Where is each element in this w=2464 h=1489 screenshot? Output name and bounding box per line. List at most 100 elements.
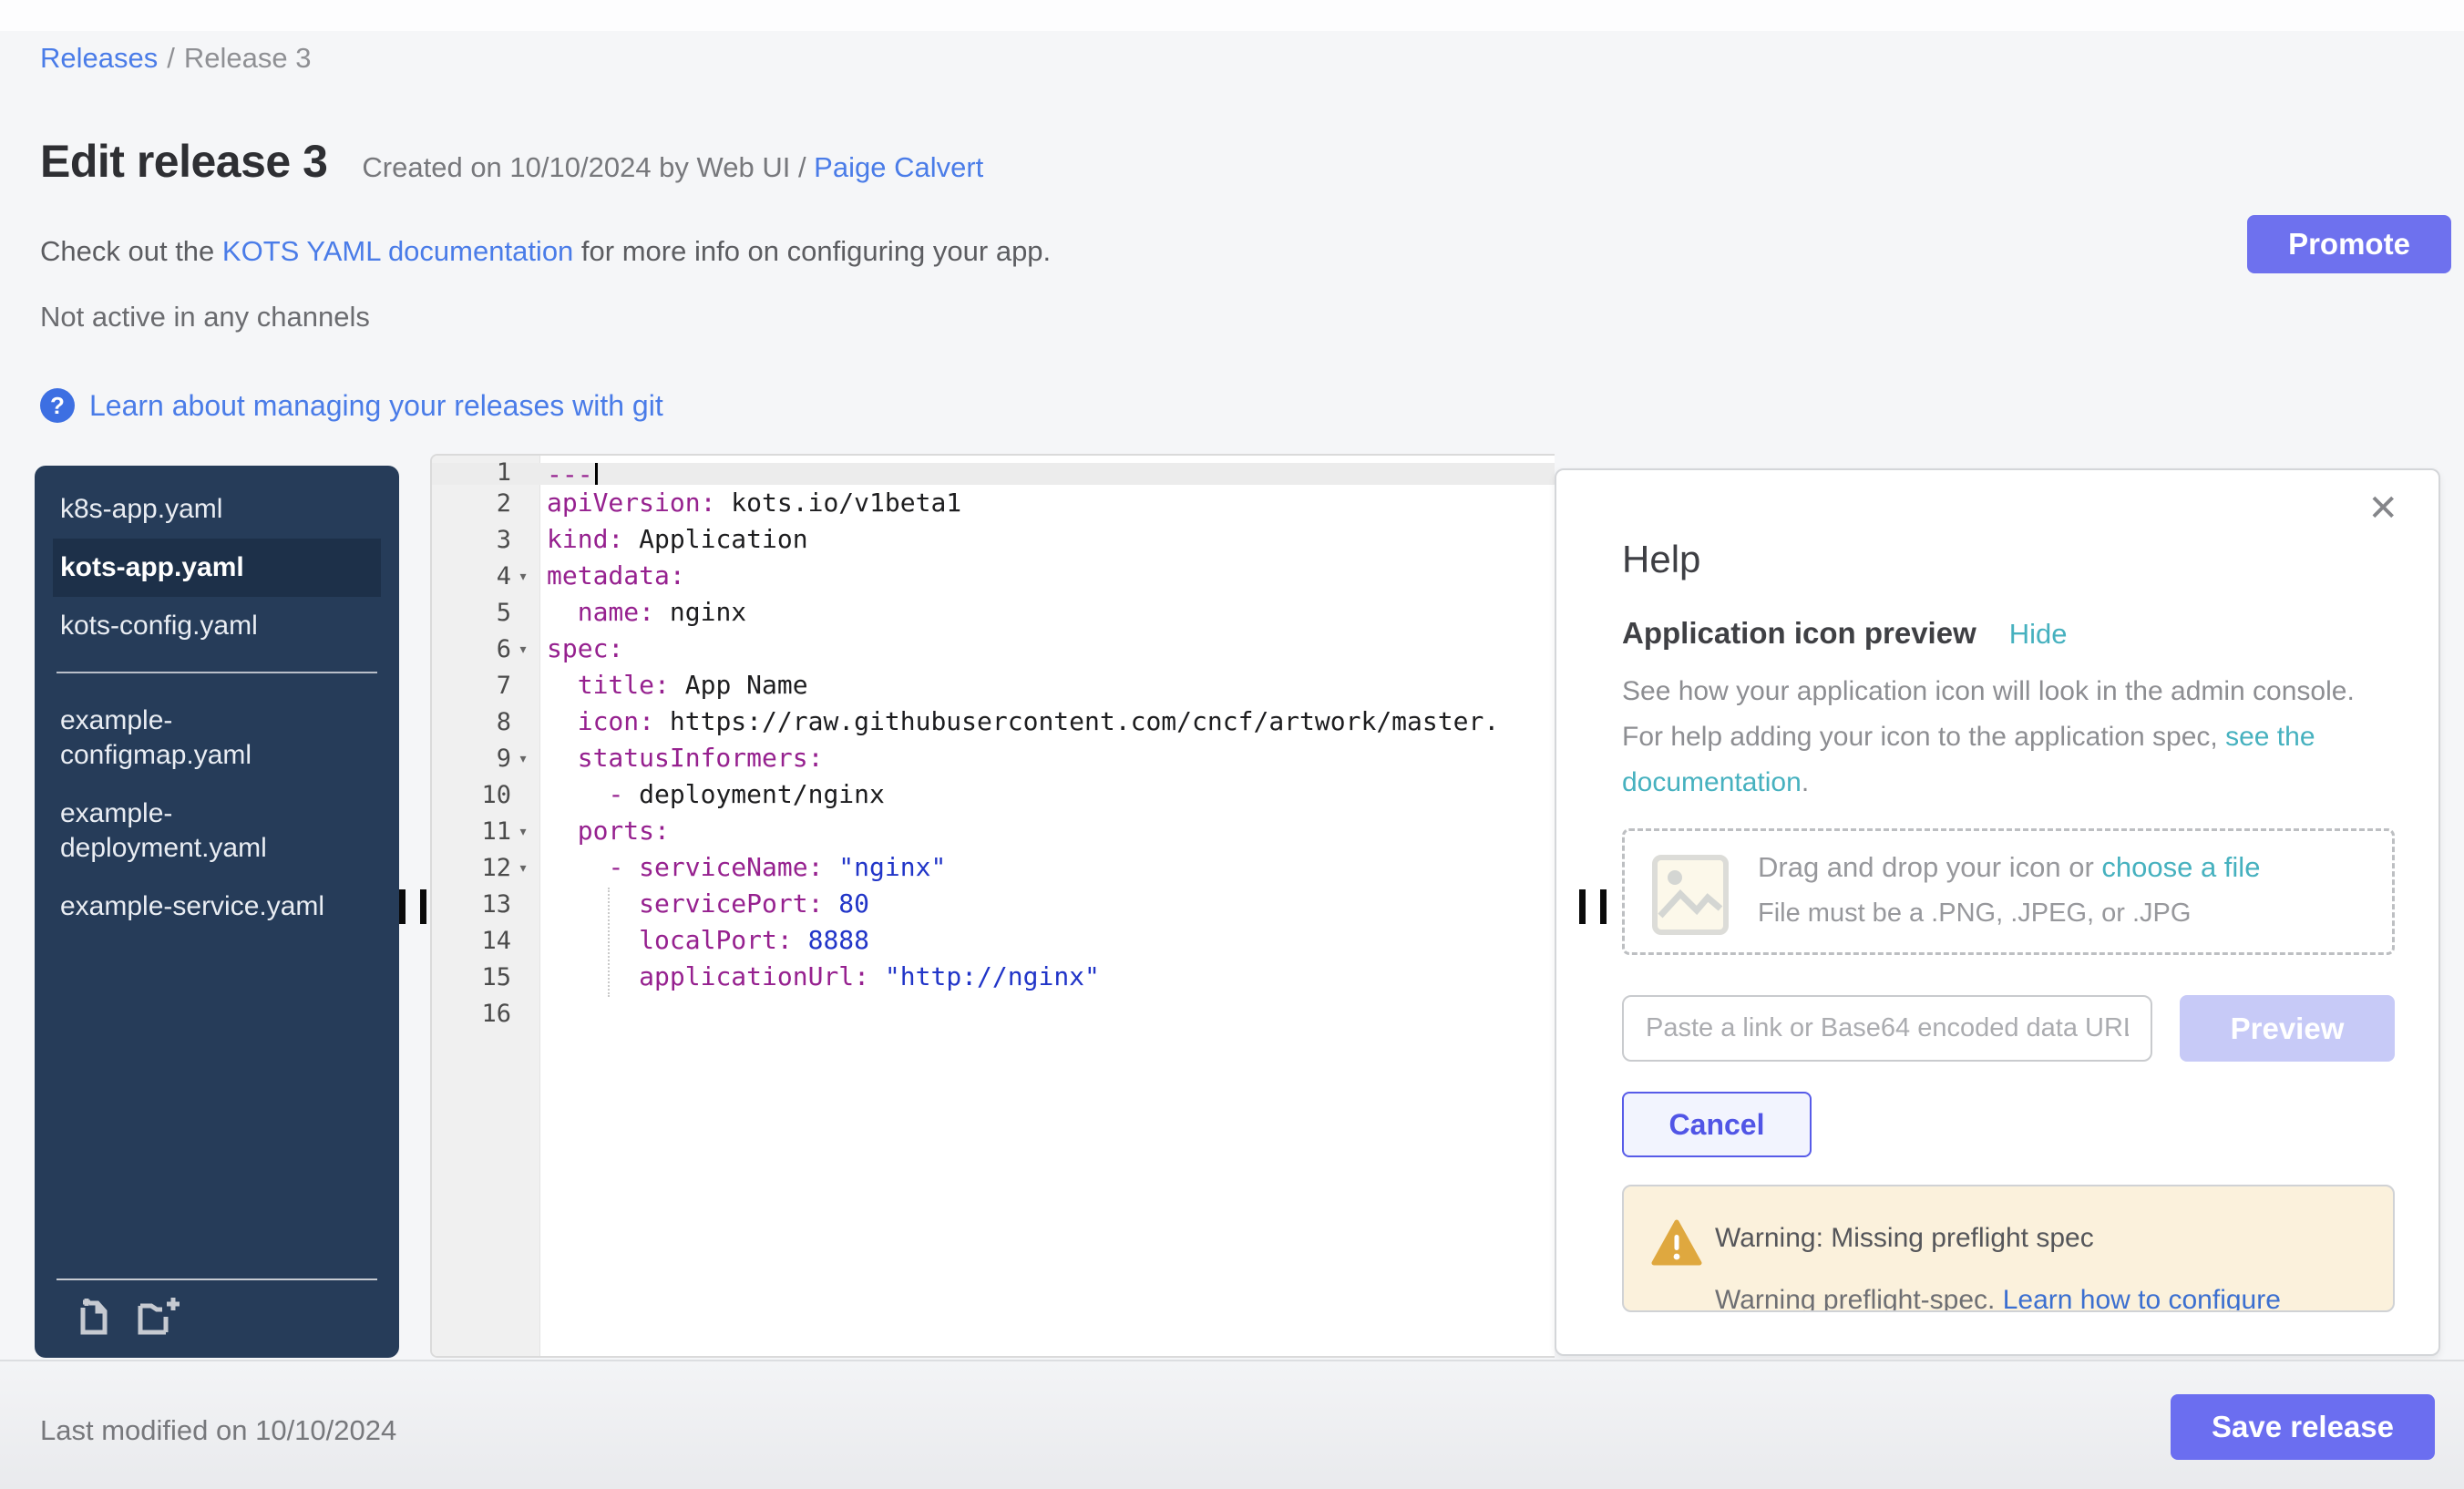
new-file-icon[interactable]: [75, 1295, 115, 1341]
code-line-16[interactable]: 16: [432, 995, 1555, 1032]
help-panel-title: Help: [1622, 538, 1700, 581]
line-number-7: 7: [432, 667, 540, 703]
code-text: statusInformers:: [540, 740, 1555, 776]
code-line-12[interactable]: 12▾ - serviceName: "nginx": [432, 849, 1555, 886]
close-icon[interactable]: ✕: [2367, 490, 2398, 527]
promote-button[interactable]: Promote: [2247, 215, 2451, 273]
code-line-15[interactable]: 15 applicationUrl: "http://nginx": [432, 959, 1555, 995]
code-text: ports:: [540, 813, 1555, 849]
code-text: - serviceName: "nginx": [540, 849, 1555, 886]
fold-arrow-icon[interactable]: ▾: [511, 640, 535, 659]
file-item-example-configmap.yaml[interactable]: example-configmap.yaml: [53, 692, 381, 785]
line-number-11: 11▾: [432, 813, 540, 849]
warning-subtext: Warning preflight-spec. Learn how to con…: [1715, 1285, 2281, 1312]
line-number-10: 10: [432, 776, 540, 813]
fold-arrow-icon[interactable]: ▾: [511, 858, 535, 878]
dropzone-hint: File must be a .PNG, .JPEG, or .JPG: [1758, 899, 2191, 929]
line-number-9: 9▾: [432, 740, 540, 776]
cancel-button[interactable]: Cancel: [1622, 1092, 1812, 1157]
file-item-example-service.yaml[interactable]: example-service.yaml: [53, 878, 381, 936]
git-help-row[interactable]: ? Learn about managing your releases wit…: [40, 388, 663, 423]
code-line-7[interactable]: 7 title: App Name: [432, 667, 1555, 703]
line-number-2: 2: [432, 485, 540, 521]
code-text: ---: [540, 463, 1555, 485]
code-line-8[interactable]: 8 icon: https://raw.githubusercontent.co…: [432, 703, 1555, 740]
warning-title: Warning: Missing preflight spec: [1715, 1223, 2094, 1254]
code-text: applicationUrl: "http://nginx": [540, 959, 1555, 995]
line-number-8: 8: [432, 703, 540, 740]
choose-file-link[interactable]: choose a file: [2101, 851, 2260, 883]
sidebar-bottom-icons: [35, 1280, 399, 1358]
icon-url-input[interactable]: [1622, 995, 2152, 1062]
fold-arrow-icon[interactable]: ▾: [511, 749, 535, 768]
code-line-4[interactable]: 4▾metadata:: [432, 558, 1555, 594]
resize-bar: [399, 889, 406, 924]
breadcrumb-current: Release 3: [184, 42, 312, 74]
image-placeholder-icon: [1651, 854, 1730, 940]
code-text: apiVersion: kots.io/v1beta1: [540, 485, 1555, 521]
desc-suffix: for more info on configuring your app.: [573, 235, 1051, 267]
line-number-14: 14: [432, 922, 540, 959]
preview-button[interactable]: Preview: [2180, 995, 2395, 1062]
file-name: kots-config.yaml: [60, 609, 348, 643]
breadcrumb-separator: /: [167, 42, 175, 74]
breadcrumb-releases-link[interactable]: Releases: [40, 42, 158, 74]
line-number-3: 3: [432, 521, 540, 558]
icon-dropzone[interactable]: Drag and drop your icon or choose a file…: [1622, 828, 2395, 955]
icon-preview-description: See how your application icon will look …: [1622, 669, 2391, 806]
sidebar-resize-handle[interactable]: [399, 889, 426, 924]
line-number-1: 1: [432, 463, 540, 485]
icon-preview-section-header: Application icon preview Hide: [1622, 616, 2068, 651]
file-name: example-configmap.yaml: [60, 703, 348, 773]
code-line-2[interactable]: 2apiVersion: kots.io/v1beta1: [432, 485, 1555, 521]
kots-yaml-doc-link[interactable]: KOTS YAML documentation: [222, 235, 573, 267]
author-link[interactable]: Paige Calvert: [814, 151, 983, 183]
code-line-10[interactable]: 10 - deployment/nginx: [432, 776, 1555, 813]
code-text: spec:: [540, 631, 1555, 667]
code-text: kind: Application: [540, 521, 1555, 558]
code-line-11[interactable]: 11▾ ports:: [432, 813, 1555, 849]
drop-text: Drag and drop your icon or: [1758, 851, 2101, 883]
fold-arrow-icon[interactable]: ▾: [511, 567, 535, 586]
save-release-button[interactable]: Save release: [2171, 1394, 2435, 1460]
file-item-kots-config.yaml[interactable]: kots-config.yaml: [53, 597, 381, 655]
line-number-4: 4▾: [432, 558, 540, 594]
page-title: Edit release 3: [40, 135, 327, 188]
learn-configure-link[interactable]: Learn how to configure: [2003, 1285, 2281, 1312]
code-line-9[interactable]: 9▾ statusInformers:: [432, 740, 1555, 776]
code-line-14[interactable]: 14 localPort: 8888: [432, 922, 1555, 959]
code-text: - deployment/nginx: [540, 776, 1555, 813]
help-panel-resize-handle[interactable]: [1579, 889, 1607, 924]
file-name: example-deployment.yaml: [60, 796, 348, 866]
new-folder-icon[interactable]: [137, 1295, 190, 1341]
dropzone-text: Drag and drop your icon or choose a file: [1758, 851, 2260, 884]
hide-link[interactable]: Hide: [2009, 618, 2068, 651]
code-line-1[interactable]: 1---: [432, 463, 1555, 485]
file-item-k8s-app.yaml[interactable]: k8s-app.yaml: [53, 480, 381, 539]
code-line-5[interactable]: 5 name: nginx: [432, 594, 1555, 631]
code-text: metadata:: [540, 558, 1555, 594]
breadcrumb: Releases / Release 3: [40, 42, 311, 75]
code-rows: 1---2apiVersion: kots.io/v1beta13kind: A…: [432, 463, 1555, 1032]
git-help-link[interactable]: Learn about managing your releases with …: [89, 389, 663, 423]
file-item-kots-app.yaml[interactable]: kots-app.yaml: [53, 539, 381, 597]
icon-preview-title: Application icon preview: [1622, 616, 1976, 651]
code-line-3[interactable]: 3kind: Application: [432, 521, 1555, 558]
code-text: [540, 995, 1555, 1032]
warning-sub-text: Warning preflight-spec.: [1715, 1285, 1995, 1312]
code-text: title: App Name: [540, 667, 1555, 703]
line-number-15: 15: [432, 959, 540, 995]
line-number-6: 6▾: [432, 631, 540, 667]
fold-arrow-icon[interactable]: ▾: [511, 822, 535, 841]
title-row: Edit release 3 Created on 10/10/2024 by …: [40, 135, 983, 188]
yaml-editor[interactable]: 1---2apiVersion: kots.io/v1beta13kind: A…: [430, 454, 1555, 1358]
code-text: servicePort: 80: [540, 886, 1555, 922]
resize-bar: [420, 889, 426, 924]
resize-bar: [1579, 889, 1586, 924]
description-row: Check out the KOTS YAML documentation fo…: [40, 235, 1051, 268]
file-group-divider: [56, 672, 377, 673]
file-item-example-deployment.yaml[interactable]: example-deployment.yaml: [53, 785, 381, 878]
code-line-13[interactable]: 13 servicePort: 80: [432, 886, 1555, 922]
code-line-6[interactable]: 6▾spec:: [432, 631, 1555, 667]
desc-prefix: Check out the: [40, 235, 222, 267]
